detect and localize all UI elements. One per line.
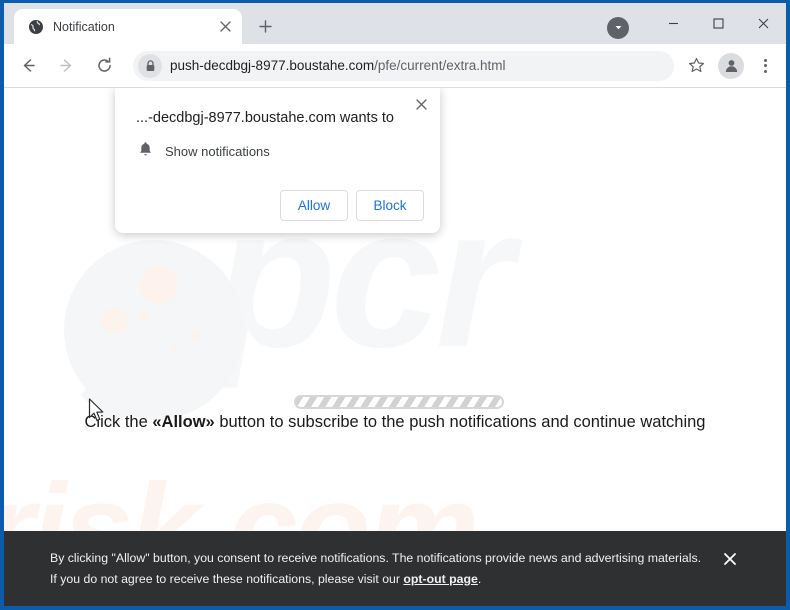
url-text: push-decdbgj-8977.boustahe.com/pfe/curre… [170, 58, 505, 73]
back-arrow-icon[interactable] [13, 51, 43, 81]
menu-dot [763, 69, 767, 73]
block-button[interactable]: Block [356, 190, 424, 221]
reload-icon[interactable] [89, 51, 119, 81]
star-icon[interactable] [682, 52, 710, 80]
minimize-button[interactable] [651, 3, 696, 44]
tab-close-icon[interactable] [216, 18, 234, 36]
browser-window-frame: Notification push-decdbgj-8977.boustahe.… [0, 0, 790, 610]
banner-close-icon[interactable] [720, 549, 740, 569]
opt-out-link[interactable]: opt-out page [403, 572, 477, 586]
page-instruction-text: Click the «Allow» button to subscribe to… [4, 413, 786, 432]
consent-banner-text: By clicking "Allow" button, you consent … [50, 548, 710, 589]
notification-permission-dialog: ...-decdbgj-8977.boustahe.com wants to S… [115, 88, 440, 233]
address-bar[interactable]: push-decdbgj-8977.boustahe.com/pfe/curre… [133, 50, 674, 81]
mouse-pointer-icon [88, 398, 104, 422]
dialog-title: ...-decdbgj-8977.boustahe.com wants to [136, 110, 394, 126]
watermark-dot [140, 266, 178, 304]
progress-bar [294, 395, 504, 409]
url-path: /pfe/current/extra.html [374, 58, 506, 73]
tab-notification[interactable]: Notification [14, 9, 242, 44]
menu-dot [763, 64, 767, 67]
window-controls [607, 3, 786, 44]
instruction-emphasis: «Allow» [152, 413, 215, 431]
profile-avatar-icon[interactable] [718, 52, 744, 79]
tab-title: Notification [53, 19, 115, 34]
url-domain: push-decdbgj-8977.boustahe.com [170, 58, 375, 73]
watermark-dot [101, 308, 127, 334]
watermark-dot [190, 331, 199, 340]
consent-banner: By clicking "Allow" button, you consent … [4, 531, 786, 606]
window-close-button[interactable] [741, 3, 786, 44]
new-tab-button[interactable] [250, 11, 280, 41]
maximize-button[interactable] [696, 3, 741, 44]
caret-down-icon[interactable] [607, 16, 629, 39]
dialog-close-icon[interactable] [409, 92, 433, 116]
bell-icon [138, 141, 153, 162]
progress-bar-fill [296, 397, 502, 407]
page-viewport: pcr risk.com Click the «Allow» button to… [4, 88, 786, 606]
browser-toolbar: push-decdbgj-8977.boustahe.com/pfe/curre… [4, 44, 786, 88]
permission-label: Show notifications [165, 144, 270, 159]
permission-row: Show notifications [138, 141, 424, 162]
lock-icon[interactable] [138, 53, 162, 78]
menu-dot [763, 58, 767, 62]
chrome-browser: Notification push-decdbgj-8977.boustahe.… [4, 3, 786, 606]
consent-text-before: By clicking "Allow" button, you consent … [50, 551, 702, 586]
dialog-actions: Allow Block [131, 190, 424, 221]
tab-strip: Notification [4, 3, 786, 44]
consent-text-after: . [477, 571, 482, 586]
allow-button[interactable]: Allow [280, 190, 348, 221]
forward-arrow-icon[interactable] [51, 51, 81, 81]
globe-icon [27, 18, 44, 35]
watermark-dot [140, 311, 150, 321]
instruction-suffix: button to subscribe to the push notifica… [214, 413, 706, 431]
three-dot-menu-icon[interactable] [752, 51, 778, 81]
watermark-dot [172, 346, 178, 352]
